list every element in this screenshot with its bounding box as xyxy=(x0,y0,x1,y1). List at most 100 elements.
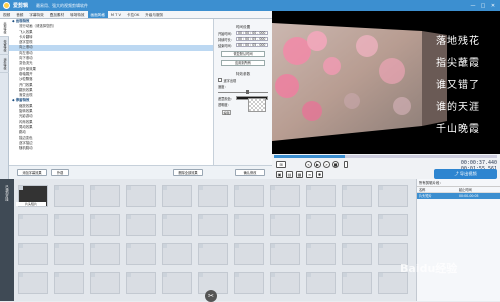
clip-slot[interactable] xyxy=(306,214,336,236)
clip-slot[interactable] xyxy=(162,214,192,236)
duration-field[interactable]: 00 : 00 : 05 . 000 xyxy=(235,36,268,42)
clip-slot-number xyxy=(379,215,383,219)
tab-0[interactable]: 视频 xyxy=(0,11,13,18)
tab-1[interactable]: 音频 xyxy=(13,11,26,18)
speed-slider[interactable] xyxy=(218,90,268,94)
rewind-icon[interactable]: « xyxy=(305,161,312,168)
clip-slot[interactable] xyxy=(54,214,84,236)
clip-slot[interactable] xyxy=(270,243,300,265)
speed-slider-thumb[interactable] xyxy=(245,90,249,94)
clip-slot[interactable] xyxy=(270,214,300,236)
poem-line: 谁又错了 xyxy=(436,80,480,91)
clip-slot[interactable] xyxy=(162,185,192,207)
clip-slot[interactable] xyxy=(378,185,408,207)
settings-icon[interactable]: ✱ xyxy=(316,171,323,178)
clip-slot[interactable] xyxy=(162,272,192,294)
scissors-icon[interactable]: ✂ xyxy=(205,290,217,302)
word-by-word-checkbox[interactable] xyxy=(218,78,222,82)
clip-slot-number xyxy=(235,186,239,190)
clip-slot[interactable] xyxy=(162,243,192,265)
clip-slot[interactable] xyxy=(198,214,228,236)
clip-slot[interactable] xyxy=(18,243,48,265)
clip-slot[interactable] xyxy=(18,272,48,294)
clip-slot-number xyxy=(127,186,131,190)
clip-list-row[interactable]: 片头短片 00:00-00:05 xyxy=(417,193,500,199)
clip-slot[interactable] xyxy=(198,243,228,265)
poem-line: 落地残花 xyxy=(436,36,480,47)
clip-slot[interactable] xyxy=(306,272,336,294)
delete-all-effects-button[interactable]: 删除全部效果 xyxy=(173,169,203,176)
vtab-2[interactable]: 消失特效 xyxy=(0,55,9,73)
clip-slot[interactable] xyxy=(126,185,156,207)
edit-opacity-button[interactable]: 编辑 xyxy=(222,110,231,115)
link-icon[interactable]: ∞ xyxy=(306,171,313,178)
clip-slot[interactable] xyxy=(342,243,372,265)
tab-7[interactable]: 卡拉OK xyxy=(124,11,142,18)
tree-item[interactable]: 随机跳动 xyxy=(9,146,213,151)
clip-slot[interactable] xyxy=(90,272,120,294)
clip-slot[interactable] xyxy=(306,185,336,207)
folder-icon[interactable]: ▦ xyxy=(296,171,303,178)
maximize-button[interactable]: □ xyxy=(479,2,487,9)
tab-3[interactable]: 叠加素材 xyxy=(47,11,67,18)
stop-icon[interactable]: ■ xyxy=(332,161,339,168)
tab-2[interactable]: 字幕特效 xyxy=(26,11,46,18)
clip-slot[interactable] xyxy=(54,185,84,207)
reset-time-button[interactable]: 恢复默认时间 xyxy=(221,51,265,57)
added-clips-tab[interactable]: 已添加片段 xyxy=(0,179,14,301)
forward-icon[interactable]: » xyxy=(323,161,330,168)
screenshot-icon[interactable]: ▤ xyxy=(286,171,293,178)
clip-slot[interactable] xyxy=(126,272,156,294)
tab-4[interactable]: 转场特效 xyxy=(67,11,87,18)
start-time-field[interactable]: 00 : 00 : 00 . 000 xyxy=(235,30,268,36)
vtab-0[interactable]: 出现特效 xyxy=(0,19,9,37)
clip-slot[interactable] xyxy=(126,243,156,265)
clip-slot[interactable] xyxy=(270,272,300,294)
clip-slot[interactable] xyxy=(342,214,372,236)
apply-all-button[interactable]: 应用到所有 xyxy=(221,60,265,66)
clip-slot[interactable] xyxy=(378,214,408,236)
clip-slot[interactable] xyxy=(270,185,300,207)
clip-slot[interactable] xyxy=(234,214,264,236)
clip-slot[interactable] xyxy=(198,185,228,207)
clip-slot[interactable] xyxy=(18,214,48,236)
close-button[interactable]: ✕ xyxy=(489,2,497,9)
zoom-icon[interactable]: ⊞ xyxy=(276,161,286,168)
effects-bottom-bar: 添加字幕效果 外观 删除全部效果 确认修改 xyxy=(9,165,272,179)
clip-slot-number xyxy=(271,273,275,277)
clip-slot[interactable] xyxy=(54,243,84,265)
tab-8[interactable]: 升级与服务 xyxy=(142,11,166,18)
clip-slot[interactable] xyxy=(126,214,156,236)
video-preview[interactable]: 落地残花 指尖蘸霞 谁又错了 谁的天涯 千山晚霞 xyxy=(272,11,500,154)
clip-slot[interactable] xyxy=(306,243,336,265)
clip-slot-number xyxy=(343,273,347,277)
fullscreen-icon[interactable]: ▣ xyxy=(276,171,283,178)
clip-slot[interactable] xyxy=(234,185,264,207)
tab-5[interactable]: 画面风格 xyxy=(87,11,108,18)
first-clip-label: 片头短片 xyxy=(16,202,46,206)
title-bar: 爱剪辑 最易用、强大的视频剪辑软件 — □ ✕ xyxy=(0,0,500,11)
appearance-button[interactable]: 外观 xyxy=(51,169,69,176)
tab-6[interactable]: M T V xyxy=(108,11,124,18)
clip-slot[interactable] xyxy=(90,214,120,236)
export-label: 导出视频 xyxy=(459,171,477,176)
clip-slot[interactable] xyxy=(342,185,372,207)
start-time-label: 开始时间： xyxy=(218,31,234,36)
vtab-1[interactable]: 停留特效 xyxy=(0,37,9,55)
clip-slot-number xyxy=(307,273,311,277)
clip-slot[interactable] xyxy=(234,272,264,294)
add-subtitle-effect-button[interactable]: 添加字幕效果 xyxy=(17,169,47,176)
volume-icon[interactable] xyxy=(344,161,348,168)
play-icon[interactable]: ▶ xyxy=(314,161,321,168)
clip-slot-number xyxy=(199,273,203,277)
clip-slot[interactable] xyxy=(342,272,372,294)
clip-slot[interactable] xyxy=(90,243,120,265)
confirm-change-button[interactable]: 确认修改 xyxy=(235,169,265,176)
clip-slot[interactable] xyxy=(54,272,84,294)
end-time-field[interactable]: 00 : 00 : 05 . 000 xyxy=(235,42,268,48)
export-video-button[interactable]: ⤴ 导出视频 xyxy=(434,169,497,179)
progress-bar[interactable] xyxy=(274,155,497,158)
clip-slot[interactable] xyxy=(90,185,120,207)
minimize-button[interactable]: — xyxy=(469,2,477,9)
clip-slot[interactable] xyxy=(234,243,264,265)
